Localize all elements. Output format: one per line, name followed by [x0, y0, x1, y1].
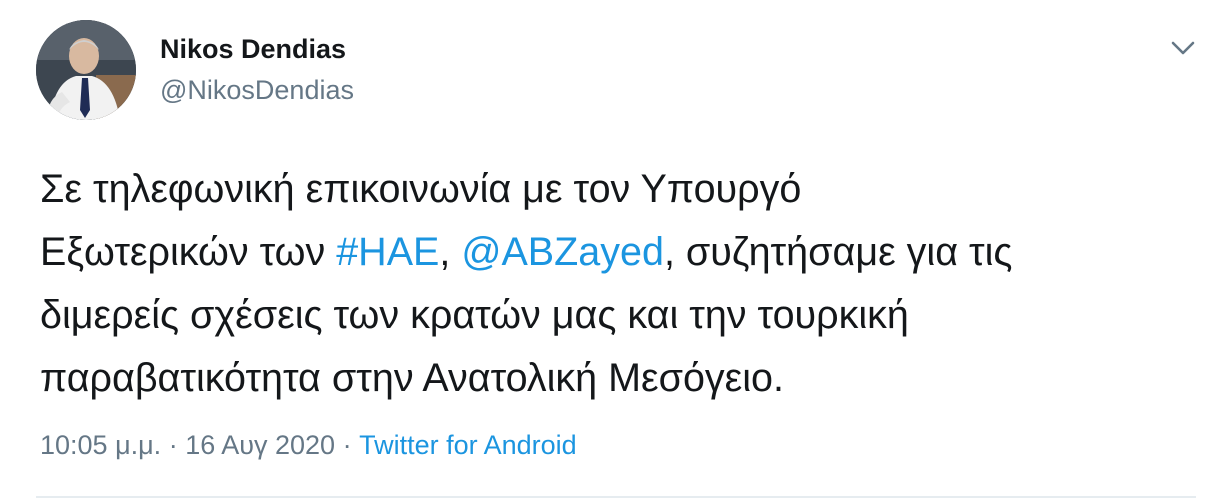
- tweet-text-segment: , συζητήσαμε για τις: [663, 230, 1013, 274]
- tweet-text: Σε τηλεφωνική επικοινωνία με τον Υπουργό…: [40, 158, 1210, 410]
- tweet-line: παραβατικότητα στην Ανατολική Μεσόγειο.: [40, 356, 785, 400]
- separator-dot: ·: [161, 430, 186, 460]
- separator-dot: ·: [335, 430, 360, 460]
- tweet-date[interactable]: 16 Αυγ 2020: [185, 430, 335, 460]
- tweet-source-link[interactable]: Twitter for Android: [359, 430, 577, 460]
- tweet-time[interactable]: 10:05 μ.μ.: [40, 430, 161, 460]
- author-name[interactable]: Nikos Dendias: [160, 34, 346, 65]
- tweet-metadata: 10:05 μ.μ. · 16 Αυγ 2020 · Twitter for A…: [40, 430, 577, 461]
- author-handle[interactable]: @NikosDendias: [160, 75, 354, 106]
- tweet-text-segment: ,: [439, 230, 462, 274]
- divider: [36, 496, 1196, 498]
- avatar[interactable]: [36, 20, 136, 120]
- hashtag-link[interactable]: #ΗΑΕ: [336, 230, 439, 274]
- chevron-down-icon[interactable]: [1166, 30, 1200, 64]
- avatar-photo: [36, 20, 136, 120]
- tweet-line: διμερείς σχέσεις των κρατών μας και την …: [40, 293, 909, 337]
- mention-link[interactable]: @ABZayed: [461, 230, 664, 274]
- tweet-line: Σε τηλεφωνική επικοινωνία με τον Υπουργό: [40, 167, 802, 211]
- tweet-text-segment: Εξωτερικών των: [40, 230, 337, 274]
- tweet-card: Nikos Dendias @NikosDendias Σε τηλεφωνικ…: [0, 0, 1232, 500]
- tweet-line: Εξωτερικών των #ΗΑΕ, @ABZayed, συζητήσαμ…: [40, 221, 1210, 284]
